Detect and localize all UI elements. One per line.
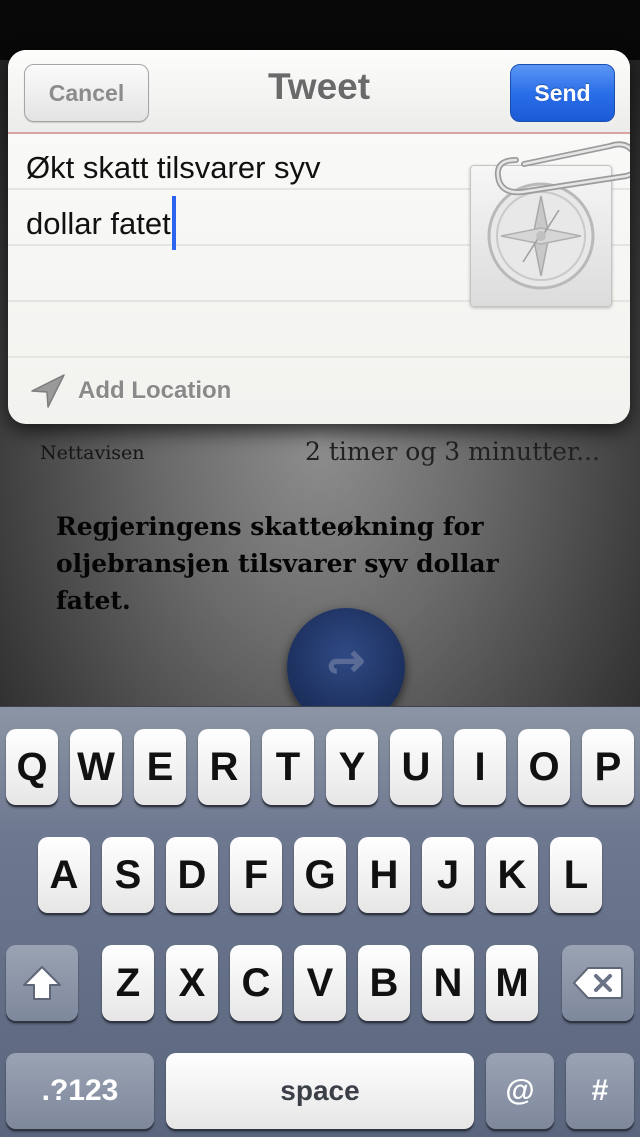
key-x[interactable]: X bbox=[166, 945, 218, 1021]
key-e[interactable]: E bbox=[134, 729, 186, 805]
article-source: Nettavisen bbox=[40, 442, 145, 464]
key-u[interactable]: U bbox=[390, 729, 442, 805]
key-r[interactable]: R bbox=[198, 729, 250, 805]
delete-key[interactable] bbox=[562, 945, 634, 1021]
key-j[interactable]: J bbox=[422, 837, 474, 913]
key-s[interactable]: S bbox=[102, 837, 154, 913]
share-icon: ↩ bbox=[326, 637, 366, 689]
key-m[interactable]: M bbox=[486, 945, 538, 1021]
location-arrow-icon bbox=[31, 374, 65, 408]
tweet-compose-sheet: Cancel Tweet Send Økt skatt tilsvarer sy… bbox=[8, 50, 630, 424]
key-h[interactable]: H bbox=[358, 837, 410, 913]
key-v[interactable]: V bbox=[294, 945, 346, 1021]
key-b[interactable]: B bbox=[358, 945, 410, 1021]
keyboard: Q W E R T Y U I O P A S D F G H J K L Z … bbox=[0, 706, 640, 1137]
key-t[interactable]: T bbox=[262, 729, 314, 805]
key-z[interactable]: Z bbox=[102, 945, 154, 1021]
key-p[interactable]: P bbox=[582, 729, 634, 805]
article-headline: Regjeringens skatteøkning for oljebransj… bbox=[56, 512, 499, 615]
key-i[interactable]: I bbox=[454, 729, 506, 805]
key-o[interactable]: O bbox=[518, 729, 570, 805]
sheet-header: Cancel Tweet Send bbox=[8, 50, 630, 134]
add-location-label: Add Location bbox=[78, 377, 232, 404]
article-timestamp: 2 timer og 3 minutter... bbox=[305, 437, 600, 466]
delete-backspace-icon bbox=[572, 967, 623, 999]
key-l[interactable]: L bbox=[550, 837, 602, 913]
key-d[interactable]: D bbox=[166, 837, 218, 913]
tweet-text-line-2: dollar fatet bbox=[26, 206, 171, 241]
key-g[interactable]: G bbox=[294, 837, 346, 913]
at-key[interactable]: @ bbox=[486, 1053, 554, 1129]
shift-arrow-icon bbox=[23, 966, 61, 1000]
key-a[interactable]: A bbox=[38, 837, 90, 913]
key-y[interactable]: Y bbox=[326, 729, 378, 805]
space-key[interactable]: space bbox=[166, 1053, 474, 1129]
hash-key[interactable]: # bbox=[566, 1053, 634, 1129]
tweet-text-area[interactable]: Økt skatt tilsvarer syv dollar fatet bbox=[26, 140, 456, 252]
key-c[interactable]: C bbox=[230, 945, 282, 1021]
text-cursor bbox=[171, 196, 176, 250]
key-n[interactable]: N bbox=[422, 945, 474, 1021]
key-k[interactable]: K bbox=[486, 837, 538, 913]
send-button[interactable]: Send bbox=[510, 64, 615, 122]
numbers-key[interactable]: .?123 bbox=[6, 1053, 154, 1129]
tweet-text-line-1: Økt skatt tilsvarer syv bbox=[26, 150, 321, 185]
add-location-button[interactable]: Add Location bbox=[28, 368, 231, 414]
shift-key[interactable] bbox=[6, 945, 78, 1021]
key-w[interactable]: W bbox=[70, 729, 122, 805]
paperclip-icon bbox=[494, 141, 630, 196]
key-f[interactable]: F bbox=[230, 837, 282, 913]
key-q[interactable]: Q bbox=[6, 729, 58, 805]
